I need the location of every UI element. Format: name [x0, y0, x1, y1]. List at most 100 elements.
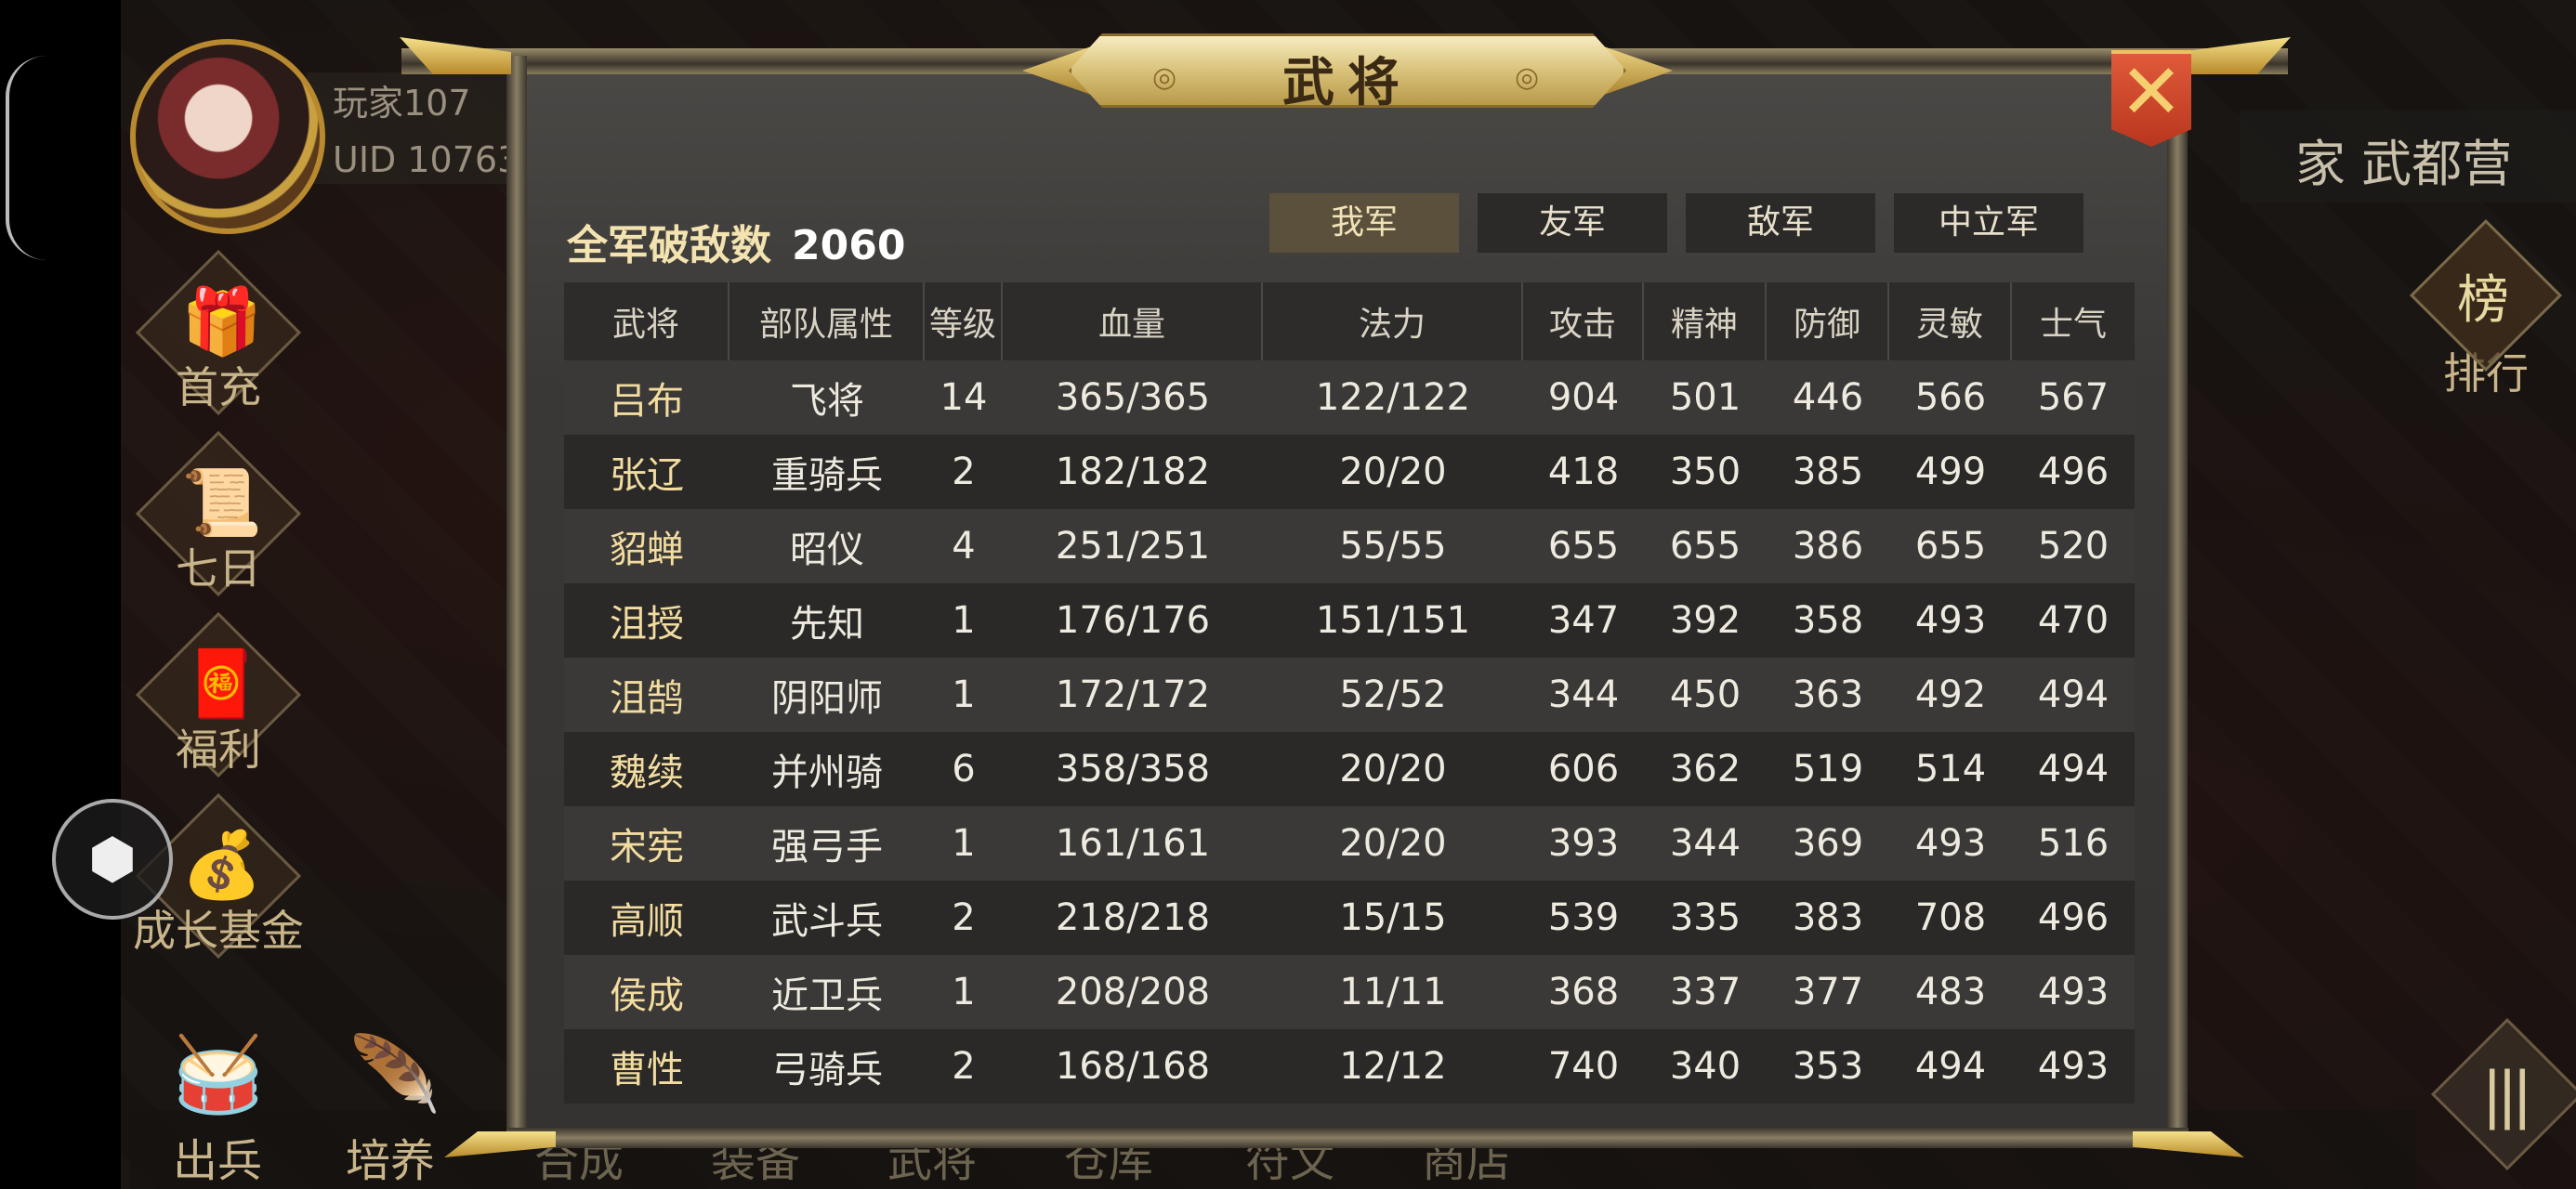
- tab-my-army[interactable]: 我军: [1269, 193, 1459, 253]
- bars-menu-icon: |||: [2481, 1059, 2533, 1130]
- drum-icon: 🥁: [172, 1031, 265, 1117]
- table-cell: 172/172: [1055, 673, 1211, 716]
- table-row[interactable]: 吕布 飞将 14 365/365 122/122 904 501 446 566 567: [564, 360, 2135, 435]
- table-cell: 182/182: [1055, 451, 1211, 493]
- table-row[interactable]: 侯成 近卫兵 1 208/208 11/11 368 337 377 483 493: [564, 955, 2135, 1029]
- table-row[interactable]: 貂蝉 昭仪 4 251/251 55/55 655 655 386 655 520: [564, 509, 2135, 583]
- cube-icon: ⬢: [87, 827, 138, 892]
- dialog-title: 武将: [1282, 52, 1413, 113]
- side-menu-seven-days[interactable]: 📜 七日: [135, 430, 302, 597]
- bottom-nav-deploy[interactable]: 出兵: [173, 1124, 262, 1189]
- general-name-cell: 张辽: [610, 454, 684, 497]
- side-menu-welfare[interactable]: 🧧 福利: [135, 611, 302, 778]
- dialog-frame-bottom: [506, 1128, 2188, 1148]
- column-header: 攻击: [1523, 282, 1644, 360]
- table-row[interactable]: 沮鹄 阴阳师 1 172/172 52/52 344 450 363 492 494: [564, 658, 2135, 732]
- bottom-nav-train[interactable]: 培养: [346, 1124, 435, 1189]
- table-cell: 2: [952, 1045, 976, 1088]
- table-cell: 492: [1914, 673, 1987, 716]
- table-cell: 近卫兵: [771, 974, 883, 1017]
- table-cell: 470: [2037, 599, 2109, 642]
- table-cell: 武斗兵: [771, 900, 883, 943]
- gift-chest-icon: 🎁: [181, 283, 263, 359]
- table-cell: 740: [1547, 1045, 1620, 1088]
- table-cell: 52/52: [1339, 673, 1447, 716]
- table-cell: 494: [1914, 1045, 1987, 1088]
- floating-assist-button[interactable]: ⬢: [52, 799, 173, 920]
- table-cell: 493: [1914, 599, 1987, 642]
- ranking-icon: 榜: [2457, 270, 2509, 331]
- table-cell: 393: [1547, 822, 1620, 865]
- general-name-cell: 侯成: [610, 974, 684, 1017]
- general-name-cell: 吕布: [610, 380, 684, 423]
- camp-name: 家 武都营: [2295, 135, 2513, 193]
- table-cell: 阴阳师: [771, 677, 883, 720]
- table-cell: 501: [1669, 376, 1741, 419]
- table-cell: 4: [952, 525, 976, 568]
- table-cell: 251/251: [1055, 525, 1211, 568]
- table-cell: 493: [1914, 822, 1987, 865]
- table-cell: 2: [952, 896, 976, 939]
- tab-neutral-army[interactable]: 中立军: [1894, 193, 2083, 253]
- general-name-cell: 沮授: [610, 603, 684, 646]
- table-cell: 499: [1914, 451, 1987, 493]
- table-row[interactable]: 曹性 弓骑兵 2 168/168 12/12 740 340 353 494 493: [564, 1029, 2135, 1104]
- player-name: 玩家107: [333, 83, 471, 124]
- ranking-button[interactable]: 榜 排行: [2409, 218, 2563, 399]
- column-header: 法力: [1263, 282, 1523, 360]
- column-header: 士气: [2039, 306, 2107, 344]
- table-cell: 353: [1792, 1045, 1864, 1088]
- side-menu-label: 首充: [176, 362, 261, 412]
- table-cell: 14: [940, 376, 988, 419]
- table-cell: 369: [1792, 822, 1864, 865]
- table-cell: 1: [952, 971, 976, 1013]
- close-icon[interactable]: ✕: [2111, 50, 2191, 136]
- side-menu-label: 七日: [176, 543, 261, 594]
- player-avatar[interactable]: [130, 39, 325, 234]
- table-cell: 377: [1792, 971, 1864, 1013]
- table-cell: 弓骑兵: [771, 1049, 883, 1091]
- table-row[interactable]: 宋宪 强弓手 1 161/161 20/20 393 344 369 493 516: [564, 806, 2135, 881]
- table-row[interactable]: 魏续 并州骑 6 358/358 20/20 606 362 519 514 494: [564, 732, 2135, 806]
- total-kills-value: 2060: [792, 222, 906, 269]
- table-cell: 446: [1792, 376, 1864, 419]
- side-menu-label: 福利: [176, 725, 261, 775]
- table-cell: 重骑兵: [771, 454, 883, 497]
- table-cell: 494: [2037, 748, 2109, 790]
- table-cell: 496: [2037, 896, 2109, 939]
- dialog-frame-right: [2167, 56, 2188, 1143]
- table-cell: 151/151: [1315, 599, 1471, 642]
- gold-coins-icon: 💰: [181, 827, 263, 903]
- edge-swipe-indicator: [6, 56, 46, 260]
- table-cell: 516: [2037, 822, 2109, 865]
- feather-icon: 🪶: [348, 1031, 441, 1117]
- table-cell: 20/20: [1339, 822, 1447, 865]
- table-cell: 493: [2037, 1045, 2109, 1088]
- table-cell: 386: [1792, 525, 1864, 568]
- column-header: 防御: [1767, 282, 1889, 360]
- side-menu-first-recharge[interactable]: 🎁 首充: [135, 249, 302, 416]
- table-cell: 483: [1914, 971, 1987, 1013]
- table-row[interactable]: 张辽 重骑兵 2 182/182 20/20 418 350 385 499 496: [564, 435, 2135, 509]
- table-cell: 566: [1914, 376, 1987, 419]
- dialog-title-plate: ◎ ◎ 武将: [1022, 33, 1673, 113]
- tab-enemy-army[interactable]: 敌军: [1686, 193, 1875, 253]
- table-row[interactable]: 高顺 武斗兵 2 218/218 15/15 539 335 383 708 496: [564, 881, 2135, 955]
- table-cell: 519: [1792, 748, 1864, 790]
- table-cell: 365/365: [1055, 376, 1211, 419]
- column-header: 精神: [1644, 282, 1767, 360]
- general-name-cell: 魏续: [610, 751, 684, 794]
- column-header: 部队属性: [729, 282, 925, 360]
- table-cell: 350: [1669, 451, 1741, 493]
- table-cell: 先知: [790, 603, 864, 646]
- table-cell: 20/20: [1339, 451, 1447, 493]
- column-header: 血量: [1003, 282, 1263, 360]
- table-cell: 514: [1914, 748, 1987, 790]
- table-row[interactable]: 沮授 先知 1 176/176 151/151 347 392 358 493 470: [564, 583, 2135, 658]
- column-header: 等级: [925, 282, 1003, 360]
- tab-allied-army[interactable]: 友军: [1478, 193, 1667, 253]
- table-cell: 520: [2037, 525, 2109, 568]
- table-cell: 并州骑: [771, 751, 883, 794]
- table-cell: 昭仪: [790, 529, 864, 571]
- table-cell: 418: [1547, 451, 1620, 493]
